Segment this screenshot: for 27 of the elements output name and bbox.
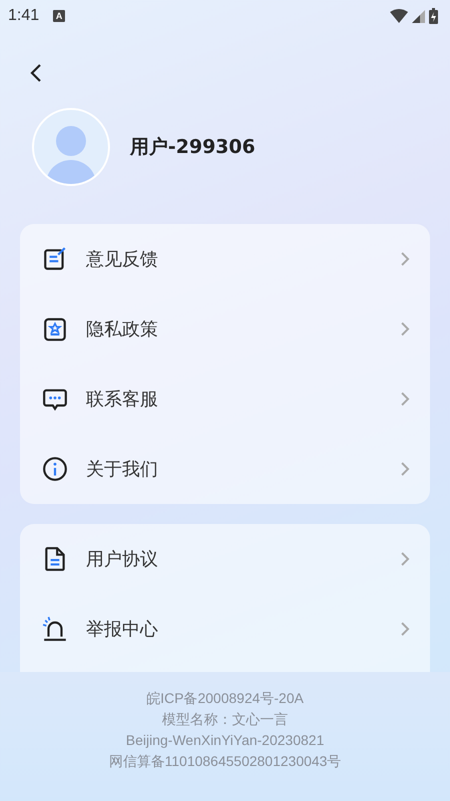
menu-item[interactable]: 隐私政策 xyxy=(20,294,430,364)
chevron-icon xyxy=(400,621,410,637)
chevron-icon xyxy=(400,551,410,567)
menu-item[interactable]: 举报中心 xyxy=(20,594,430,664)
battery-icon xyxy=(429,8,438,24)
alarm-light-icon xyxy=(42,616,68,642)
signal-icon xyxy=(412,10,425,22)
footer-text: 网信算备110108645502801230043号 xyxy=(108,752,342,771)
chevron-left-icon xyxy=(29,63,43,83)
footer-text: 皖ICP备20008924号-20A xyxy=(146,689,304,708)
menu-item[interactable]: 意见反馈 xyxy=(20,224,430,294)
info-icon xyxy=(42,456,68,482)
menu-item[interactable]: 用户协议 xyxy=(20,524,430,594)
document-icon xyxy=(42,546,68,572)
chevron-icon xyxy=(400,251,410,267)
wifi-icon xyxy=(390,9,408,23)
notification-icon: A xyxy=(53,10,66,22)
chevron-icon xyxy=(400,391,410,407)
status-time: 1:41 xyxy=(8,7,40,25)
menu-item[interactable]: 联系客服 xyxy=(20,364,430,434)
menu-item[interactable]: 关于我们 xyxy=(20,434,430,504)
footer-text: 模型名称：文心一言 xyxy=(162,710,288,729)
chevron-icon xyxy=(400,461,410,477)
note-pen-icon xyxy=(42,246,68,272)
username: 用户-299306 xyxy=(130,135,256,160)
footer-text: Beijing-WenXinYiYan-20230821 xyxy=(126,731,324,750)
chevron-icon xyxy=(400,321,410,337)
